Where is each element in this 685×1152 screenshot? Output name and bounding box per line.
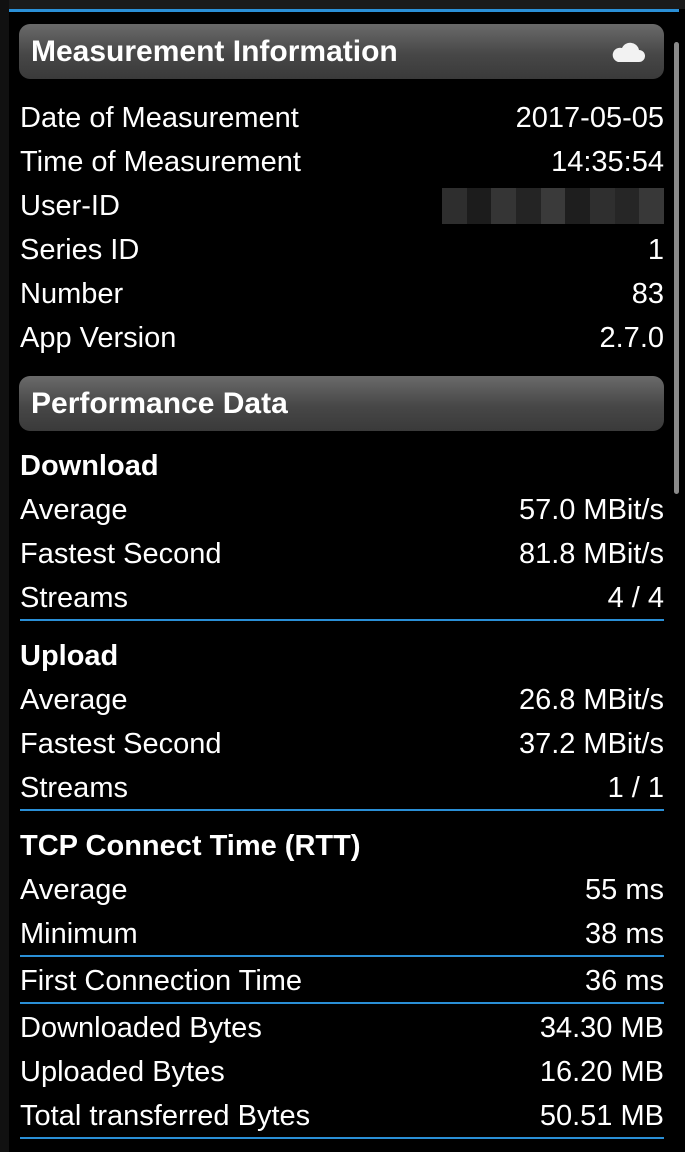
divider bbox=[20, 1137, 664, 1139]
background-left-edge bbox=[0, 0, 9, 1152]
row-number: Number 83 bbox=[20, 272, 664, 316]
download-section-title: Download bbox=[20, 444, 664, 488]
divider bbox=[20, 955, 664, 957]
row-total-transferred-bytes: Total transferred Bytes 50.51 MB bbox=[20, 1094, 664, 1138]
row-value: 1 / 1 bbox=[607, 771, 664, 804]
measurement-detail-dialog[interactable]: Measurement Information Date of Measurem… bbox=[9, 9, 679, 1152]
row-app-version: App Version 2.7.0 bbox=[20, 316, 664, 360]
row-download-streams: Streams 4 / 4 bbox=[20, 576, 664, 620]
row-label: First Connection Time bbox=[20, 964, 303, 997]
row-value: 1 bbox=[647, 233, 664, 266]
row-value: 34.30 MB bbox=[539, 1011, 664, 1044]
performance-data-title: Performance Data bbox=[31, 386, 288, 420]
row-upload-fastest-second: Fastest Second 37.2 MBit/s bbox=[20, 722, 664, 766]
row-value: 26.8 MBit/s bbox=[518, 683, 664, 716]
row-label: Series ID bbox=[20, 233, 140, 266]
row-value: 2.7.0 bbox=[599, 321, 665, 354]
measurement-info-header: Measurement Information bbox=[19, 24, 664, 79]
divider bbox=[20, 619, 664, 621]
row-label: Average bbox=[20, 683, 128, 716]
cloud-icon[interactable] bbox=[610, 40, 646, 64]
row-date-of-measurement: Date of Measurement 2017-05-05 bbox=[20, 96, 664, 140]
row-download-fastest-second: Fastest Second 81.8 MBit/s bbox=[20, 532, 664, 576]
row-upload-streams: Streams 1 / 1 bbox=[20, 766, 664, 810]
section-title-text: Download bbox=[20, 449, 159, 482]
row-value: 36 ms bbox=[585, 964, 664, 997]
row-time-of-measurement: Time of Measurement 14:35:54 bbox=[20, 140, 664, 184]
row-label: Average bbox=[20, 873, 128, 906]
row-value: 4 / 4 bbox=[607, 581, 664, 614]
row-value: 38 ms bbox=[585, 917, 664, 950]
scrollbar[interactable] bbox=[674, 42, 679, 494]
row-label: Time of Measurement bbox=[20, 145, 301, 178]
row-download-average: Average 57.0 MBit/s bbox=[20, 488, 664, 532]
section-title-text: TCP Connect Time (RTT) bbox=[20, 829, 361, 862]
row-label: Fastest Second bbox=[20, 537, 222, 570]
row-value: 50.51 MB bbox=[539, 1099, 664, 1132]
row-value: 83 bbox=[631, 277, 664, 310]
row-label: Streams bbox=[20, 771, 128, 804]
row-value: 37.2 MBit/s bbox=[518, 727, 664, 760]
row-tcp-minimum: Minimum 38 ms bbox=[20, 912, 664, 956]
measurement-info-title: Measurement Information bbox=[31, 34, 398, 68]
background-strip bbox=[0, 0, 685, 9]
section-title-text: Upload bbox=[20, 639, 119, 672]
upload-section-title: Upload bbox=[20, 634, 664, 678]
row-upload-average: Average 26.8 MBit/s bbox=[20, 678, 664, 722]
redacted-user-id bbox=[442, 188, 665, 224]
row-value: 57.0 MBit/s bbox=[518, 493, 664, 526]
row-label: Uploaded Bytes bbox=[20, 1055, 225, 1088]
row-user-id: User-ID bbox=[20, 184, 665, 228]
row-first-connection-time: First Connection Time 36 ms bbox=[20, 959, 664, 1003]
row-label: Average bbox=[20, 493, 128, 526]
row-label: Total transferred Bytes bbox=[20, 1099, 311, 1132]
row-label: Minimum bbox=[20, 917, 138, 950]
row-label: Downloaded Bytes bbox=[20, 1011, 262, 1044]
row-uploaded-bytes: Uploaded Bytes 16.20 MB bbox=[20, 1050, 664, 1094]
tcp-section-title: TCP Connect Time (RTT) bbox=[20, 824, 664, 868]
row-value: 16.20 MB bbox=[539, 1055, 664, 1088]
row-downloaded-bytes: Downloaded Bytes 34.30 MB bbox=[20, 1006, 664, 1050]
row-label: Streams bbox=[20, 581, 128, 614]
row-label: Date of Measurement bbox=[20, 101, 299, 134]
performance-data-header: Performance Data bbox=[19, 376, 664, 431]
row-label: Number bbox=[20, 277, 124, 310]
divider bbox=[20, 1002, 664, 1004]
divider bbox=[20, 809, 664, 811]
row-label: Fastest Second bbox=[20, 727, 222, 760]
row-label: App Version bbox=[20, 321, 177, 354]
row-value: 2017-05-05 bbox=[515, 101, 664, 134]
row-value: 55 ms bbox=[585, 873, 664, 906]
row-value: 81.8 MBit/s bbox=[518, 537, 664, 570]
row-label: User-ID bbox=[20, 189, 120, 222]
row-series-id: Series ID 1 bbox=[20, 228, 664, 272]
row-tcp-average: Average 55 ms bbox=[20, 868, 664, 912]
row-value: 14:35:54 bbox=[551, 145, 664, 178]
